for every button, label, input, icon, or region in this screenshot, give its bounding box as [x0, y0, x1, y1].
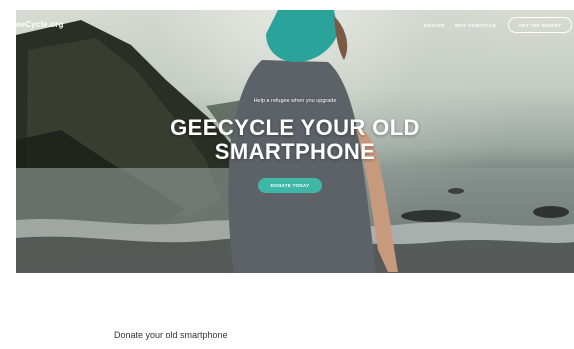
- donate-today-button[interactable]: DONATE TODAY: [258, 178, 322, 193]
- hero-title-line-1: GEECYCLE YOUR OLD: [170, 115, 420, 140]
- person-figure: [228, 60, 376, 273]
- section-heading: Donate your old smartphone: [114, 330, 228, 340]
- site-logo[interactable]: eeCycle.org: [16, 20, 64, 29]
- nav-link-why-geecycle[interactable]: WHY GEECYCLE: [455, 23, 496, 28]
- hero-title: GEECYCLE YOUR OLD SMARTPHONE: [16, 116, 574, 164]
- sea-rock-2: [533, 206, 569, 218]
- sea-rock-1: [401, 210, 461, 222]
- hero-banner: eeCycle.org DONATE WHY GEECYCLE GET THE …: [16, 10, 574, 273]
- sea-rock-3: [448, 188, 464, 194]
- hero-tagline: Help a refugee when you upgrade: [253, 98, 337, 104]
- top-navigation: eeCycle.org DONATE WHY GEECYCLE GET THE …: [16, 10, 574, 40]
- hero-title-line-2: SMARTPHONE: [214, 139, 376, 164]
- nav-link-donate[interactable]: DONATE: [424, 23, 445, 28]
- get-widget-button[interactable]: GET THE WIDGET: [508, 17, 572, 33]
